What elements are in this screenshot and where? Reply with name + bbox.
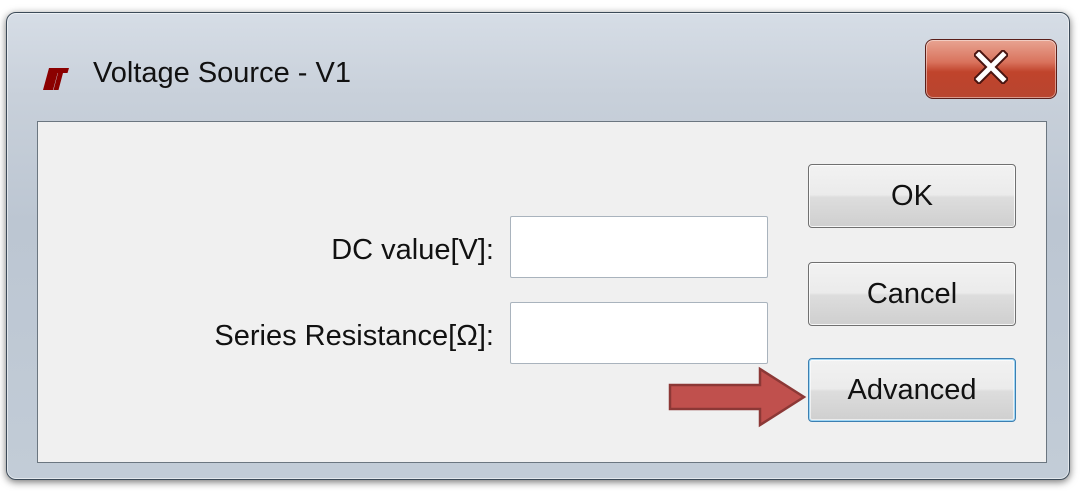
arrow-right-icon xyxy=(668,366,807,428)
lt-logo-icon xyxy=(43,68,69,90)
dc-value-input[interactable] xyxy=(510,216,768,278)
ok-button[interactable]: OK xyxy=(808,164,1016,228)
series-resistance-input[interactable] xyxy=(510,302,768,364)
close-button[interactable] xyxy=(925,39,1057,99)
window-title: Voltage Source - V1 xyxy=(93,57,351,89)
advanced-button[interactable]: Advanced xyxy=(808,358,1016,422)
series-resistance-label: Series Resistance[Ω]: xyxy=(214,320,494,352)
dialog-content: DC value[V]: Series Resistance[Ω]: OK Ca… xyxy=(37,121,1047,463)
close-icon xyxy=(974,50,1008,84)
cancel-button[interactable]: Cancel xyxy=(808,262,1016,326)
voltage-source-dialog: Voltage Source - V1 DC value[V]: Series … xyxy=(6,12,1070,480)
title-bar[interactable]: Voltage Source - V1 xyxy=(7,13,1069,113)
dc-value-label: DC value[V]: xyxy=(331,234,494,266)
